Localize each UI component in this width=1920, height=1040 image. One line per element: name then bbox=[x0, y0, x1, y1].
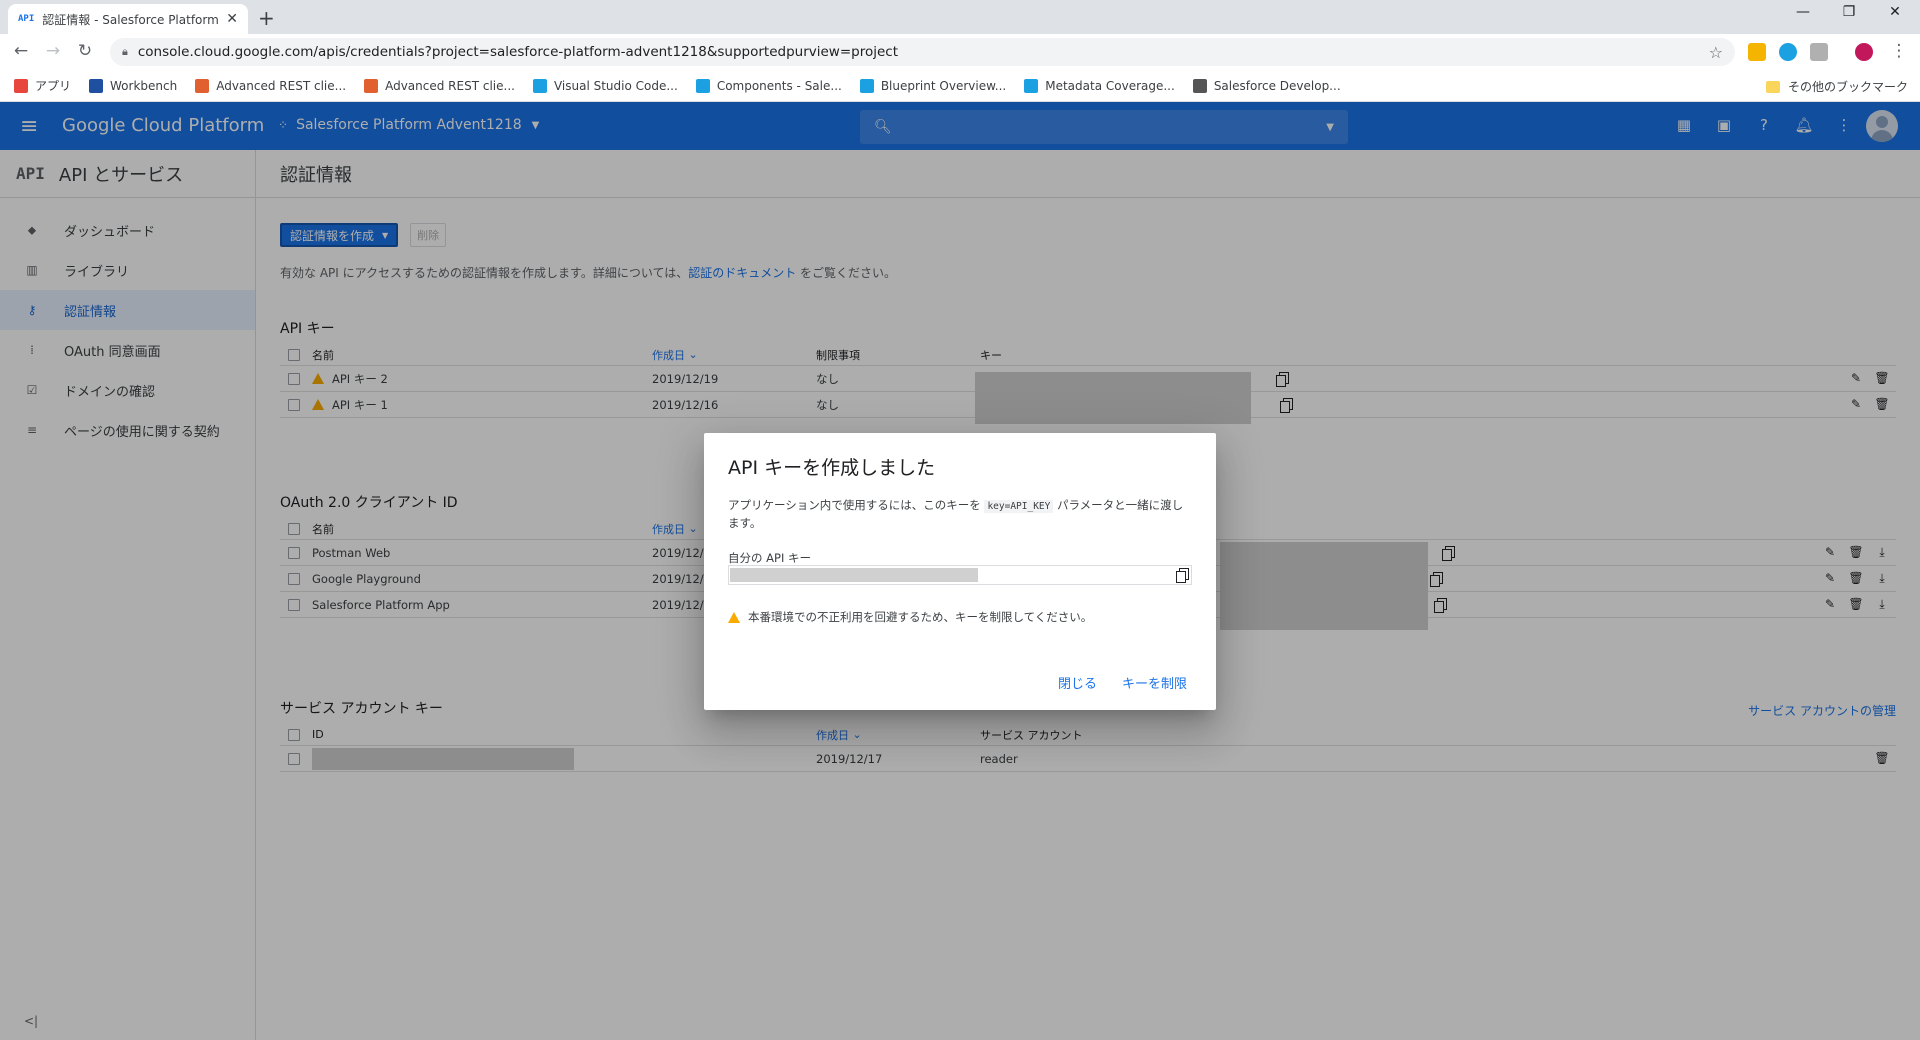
bookmark-item[interactable]: Metadata Coverage... bbox=[1024, 78, 1175, 93]
bookmark-label: Advanced REST clie... bbox=[216, 78, 347, 93]
address-bar[interactable]: 🔒︎ console.cloud.google.com/apis/credent… bbox=[110, 38, 1735, 66]
bookmark-label: Components - Sale... bbox=[716, 78, 842, 93]
bookmark-icon bbox=[1024, 78, 1039, 93]
bookmark-label: Blueprint Overview... bbox=[880, 78, 1007, 93]
tab-close-icon[interactable]: ✕ bbox=[226, 11, 238, 27]
browser-tabstrip: API 認証情報 - Salesforce Platform A ✕ + — ❐… bbox=[0, 0, 1920, 34]
copy-icon[interactable] bbox=[1176, 568, 1189, 583]
bookmark-item[interactable]: アプリ bbox=[14, 77, 71, 94]
reload-icon[interactable]: ↻ bbox=[74, 41, 96, 61]
folder-icon bbox=[1765, 80, 1780, 93]
api-key-created-dialog: API キーを作成しました アプリケーション内で使用するには、このキーを key… bbox=[704, 433, 1216, 710]
bookmark-item[interactable]: Salesforce Develop... bbox=[1192, 78, 1341, 93]
url-text[interactable]: console.cloud.google.com/apis/credential… bbox=[138, 44, 1709, 60]
restrict-warning: 本番環境での不正利用を回避するため、キーを制限してください。 bbox=[728, 609, 1092, 625]
bookmark-icon bbox=[364, 78, 379, 93]
bookmark-icon bbox=[89, 78, 104, 93]
dialog-title: API キーを作成しました bbox=[728, 457, 936, 479]
bookmark-icon bbox=[1192, 78, 1207, 93]
bookmark-icon bbox=[532, 78, 547, 93]
bookmark-label: Visual Studio Code... bbox=[553, 78, 678, 93]
dialog-text-before: アプリケーション内で使用するには、このキーを bbox=[728, 498, 985, 512]
bookmark-star-icon[interactable]: ☆ bbox=[1709, 43, 1723, 62]
minimize-icon[interactable]: — bbox=[1780, 4, 1826, 20]
forward-icon[interactable]: → bbox=[42, 41, 64, 61]
bookmark-item[interactable]: Components - Sale... bbox=[695, 78, 842, 93]
browser-menu-icon[interactable]: ⋮ bbox=[1888, 41, 1910, 61]
browser-toolbar: ← → ↻ 🔒︎ console.cloud.google.com/apis/c… bbox=[0, 34, 1920, 70]
bookmarks-bar: アプリ Workbench Advanced REST clie... Advance… bbox=[0, 70, 1920, 102]
window-close-icon[interactable]: ✕ bbox=[1872, 4, 1918, 20]
extension-pdf-icon[interactable] bbox=[1810, 43, 1828, 61]
extension-cloud-icon[interactable] bbox=[1779, 43, 1797, 61]
bookmark-label: Salesforce Develop... bbox=[1213, 78, 1341, 93]
profile-avatar-icon[interactable] bbox=[1855, 43, 1873, 61]
close-button[interactable]: 閉じる bbox=[1058, 673, 1097, 692]
warning-icon bbox=[728, 611, 740, 623]
api-favicon-icon: API bbox=[18, 14, 35, 24]
back-icon[interactable]: ← bbox=[10, 41, 32, 61]
bookmark-icon bbox=[14, 78, 28, 93]
browser-tab[interactable]: API 認証情報 - Salesforce Platform A ✕ bbox=[8, 4, 248, 34]
bookmark-icon bbox=[195, 78, 210, 93]
tab-title: 認証情報 - Salesforce Platform A bbox=[42, 12, 221, 27]
extension-icon[interactable] bbox=[1748, 43, 1766, 61]
restrict-warning-text: 本番環境での不正利用を回避するため、キーを制限してください。 bbox=[748, 610, 1093, 624]
dialog-code: key=API_KEY bbox=[984, 500, 1054, 513]
other-bookmarks[interactable]: その他のブックマーク bbox=[1765, 78, 1908, 95]
restore-icon[interactable]: ❐ bbox=[1826, 4, 1872, 20]
bookmark-label: Metadata Coverage... bbox=[1045, 78, 1175, 93]
bookmark-item[interactable]: Advanced REST clie... bbox=[364, 78, 515, 93]
lock-icon: 🔒︎ bbox=[122, 45, 128, 58]
bookmark-item[interactable]: Visual Studio Code... bbox=[532, 78, 678, 93]
bookmark-icon bbox=[859, 78, 874, 93]
bookmark-label: アプリ bbox=[35, 79, 72, 93]
api-key-field[interactable] bbox=[728, 565, 1192, 585]
bookmark-icon bbox=[695, 78, 710, 93]
bookmark-item[interactable]: Advanced REST clie... bbox=[195, 78, 347, 93]
bookmark-label: Workbench bbox=[110, 78, 178, 93]
api-key-label: 自分の API キー bbox=[728, 551, 812, 565]
other-bookmarks-label: その他のブックマーク bbox=[1787, 80, 1908, 94]
restrict-key-button[interactable]: キーを制限 bbox=[1122, 673, 1187, 692]
bookmark-label: Advanced REST clie... bbox=[385, 78, 515, 93]
redacted-api-key bbox=[730, 568, 978, 582]
dialog-description: アプリケーション内で使用するには、このキーを key=API_KEY パラメータ… bbox=[728, 497, 1188, 531]
new-tab-icon[interactable]: + bbox=[258, 6, 275, 30]
bookmark-item[interactable]: Blueprint Overview... bbox=[859, 78, 1007, 93]
bookmark-item[interactable]: Workbench bbox=[89, 78, 178, 93]
